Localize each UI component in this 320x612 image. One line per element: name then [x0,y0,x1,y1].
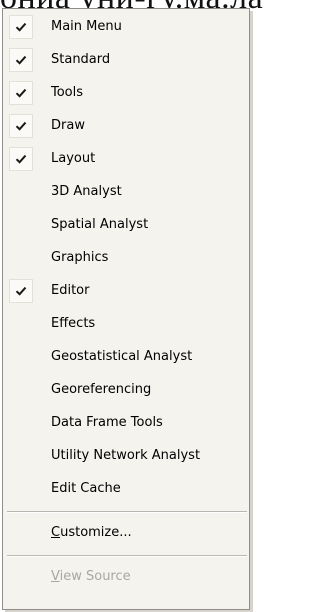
menu-item-main-menu[interactable]: Main Menu [5,13,247,41]
menu-item-layout[interactable]: Layout [5,145,247,173]
menu-item-edit-cache[interactable]: Edit Cache [5,475,247,503]
menu-item-label: Spatial Analyst [51,217,149,232]
menu-item-customize[interactable]: Customize... [5,519,247,547]
toolbars-context-menu: Main Menu Standard Tools Draw Layout 3D … [2,8,250,610]
menu-item-label: Tools [51,85,84,100]
menu-item-label: Editor [51,283,90,298]
menu-item-tools[interactable]: Tools [5,79,247,107]
menu-item-label: 3D Analyst [51,184,122,199]
menu-item-label: Standard [51,52,111,67]
menu-item-label: Utility Network Analyst [51,448,201,463]
menu-item-standard[interactable]: Standard [5,46,247,74]
menu-item-editor[interactable]: Editor [5,277,247,305]
menu-separator [7,511,247,513]
menu-item-effects[interactable]: Effects [5,310,247,338]
menu-item-view-source[interactable]: View Source [5,563,247,591]
checkmark-icon [9,147,33,171]
menu-item-data-frame-tools[interactable]: Data Frame Tools [5,409,247,437]
checkmark-icon [9,114,33,138]
checkmark-icon [9,279,33,303]
menu-item-utility-network-analyst[interactable]: Utility Network Analyst [5,442,247,470]
menu-item-spatial-analyst[interactable]: Spatial Analyst [5,211,247,239]
menu-item-georeferencing[interactable]: Georeferencing [5,376,247,404]
checkmark-icon [9,15,33,39]
menu-item-label: Geostatistical Analyst [51,349,193,364]
menu-item-label: Graphics [51,250,109,265]
menu-item-label: Edit Cache [51,481,121,496]
menu-item-3d-analyst[interactable]: 3D Analyst [5,178,247,206]
checkmark-icon [9,81,33,105]
menu-item-label: View Source [51,569,131,584]
menu-item-draw[interactable]: Draw [5,112,247,140]
menu-item-label: Customize... [51,525,132,540]
menu-item-label: Draw [51,118,85,133]
menu-item-label: Main Menu [51,19,122,34]
menu-separator [7,555,247,557]
menu-item-label: Georeferencing [51,382,152,397]
menu-item-graphics[interactable]: Graphics [5,244,247,272]
menu-item-geostatistical-analyst[interactable]: Geostatistical Analyst [5,343,247,371]
menu-item-label: Data Frame Tools [51,415,163,430]
menu-item-label: Layout [51,151,96,166]
menu-item-label: Effects [51,316,96,331]
checkmark-icon [9,48,33,72]
